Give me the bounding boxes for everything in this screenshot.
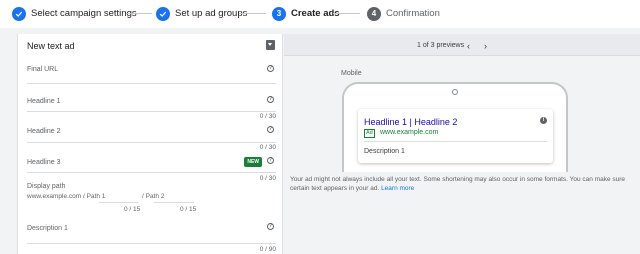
- field-label: Display path: [27, 183, 66, 190]
- learn-more-link[interactable]: Learn more: [381, 185, 414, 192]
- field-underline: [27, 172, 276, 173]
- ad-badge: Ad: [364, 129, 375, 138]
- char-count: 0 / 30: [259, 113, 276, 120]
- collapse-icon[interactable]: [266, 40, 275, 50]
- preview-area: Mobile Headline 1 | Headline 2 i Ad www.…: [284, 56, 640, 254]
- step-label: Set up ad groups: [175, 8, 248, 19]
- step-number: 4: [367, 6, 381, 21]
- step-label: Select campaign settings: [31, 8, 137, 19]
- display-path-2-input[interactable]: / Path 2: [142, 193, 164, 200]
- char-count: 0 / 30: [259, 144, 276, 151]
- field-underline: [27, 83, 276, 84]
- step-ad-groups[interactable]: Set up ad groups: [156, 6, 247, 21]
- progress-stepper: Select campaign settings Set up ad group…: [0, 0, 640, 28]
- field-label: Headline 1: [27, 98, 61, 105]
- chevron-left-icon[interactable]: ‹: [467, 41, 470, 51]
- display-path-domain[interactable]: www.example.com / Path 1: [27, 193, 105, 200]
- field-underline: [27, 142, 276, 143]
- ad-preview-card: Headline 1 | Headline 2 i Ad www.example…: [358, 109, 553, 163]
- display-path-field: Display path www.example.com / Path 1 / …: [27, 183, 276, 217]
- disclaimer-text: Your ad might not always include all you…: [290, 176, 626, 192]
- new-badge: NEW: [244, 157, 262, 167]
- char-count: 0 / 90: [259, 246, 276, 253]
- divider: [364, 141, 547, 142]
- step-label: Confirmation: [386, 8, 440, 19]
- text-ad-form: New text ad Final URL ? Headline 1 ? 0 /…: [17, 34, 283, 254]
- preview-disclaimer: Your ad might not always include all you…: [290, 175, 638, 193]
- step-number: 3: [272, 6, 286, 21]
- ad-headline: Headline 1 | Headline 2: [364, 117, 458, 127]
- step-connector: [333, 13, 360, 14]
- device-label: Mobile: [341, 70, 362, 77]
- headline3-field[interactable]: Headline 3 NEW ? 0 / 30: [27, 157, 276, 185]
- help-icon[interactable]: ?: [267, 157, 274, 164]
- headline1-field[interactable]: Headline 1 ? 0 / 30: [27, 96, 276, 124]
- help-icon[interactable]: ?: [267, 223, 274, 230]
- field-underline: [27, 243, 276, 244]
- field-label: Headline 2: [27, 128, 61, 135]
- description1-field[interactable]: Description 1 ? 0 / 90: [27, 222, 276, 254]
- help-icon[interactable]: ?: [267, 65, 274, 72]
- field-label: Final URL: [27, 66, 59, 73]
- phone-camera: [452, 89, 458, 95]
- char-count: 0 / 30: [259, 175, 276, 182]
- char-count: 0 / 15: [124, 206, 141, 213]
- step-confirmation[interactable]: 4 Confirmation: [367, 6, 440, 21]
- check-icon: [156, 6, 170, 21]
- char-count: 0 / 15: [180, 206, 197, 213]
- field-underline: [27, 111, 276, 112]
- phone-frame: Headline 1 | Headline 2 i Ad www.example…: [342, 82, 568, 172]
- ad-display-url: www.example.com: [380, 129, 439, 136]
- help-icon[interactable]: ?: [267, 126, 274, 133]
- preview-header: 1 of 3 previews ‹ ›: [284, 34, 640, 56]
- step-campaign-settings[interactable]: Select campaign settings: [12, 6, 137, 21]
- check-icon: [12, 6, 26, 21]
- step-connector: [126, 13, 152, 14]
- final-url-field[interactable]: Final URL ?: [27, 64, 276, 86]
- form-title: New text ad: [27, 41, 75, 51]
- chevron-right-icon[interactable]: ›: [484, 41, 487, 51]
- preview-counter: 1 of 3 previews: [417, 42, 465, 49]
- step-create-ads[interactable]: 3 Create ads: [272, 6, 340, 21]
- step-connector: [239, 13, 266, 14]
- field-label: Headline 3: [27, 159, 61, 166]
- field-label: Description 1: [27, 225, 68, 232]
- help-icon[interactable]: ?: [267, 96, 274, 103]
- path2-underline: [154, 202, 194, 203]
- info-icon[interactable]: i: [540, 117, 547, 124]
- headline2-field[interactable]: Headline 2 ? 0 / 30: [27, 126, 276, 154]
- path1-underline: [99, 202, 139, 203]
- ad-description: Description 1: [364, 148, 405, 155]
